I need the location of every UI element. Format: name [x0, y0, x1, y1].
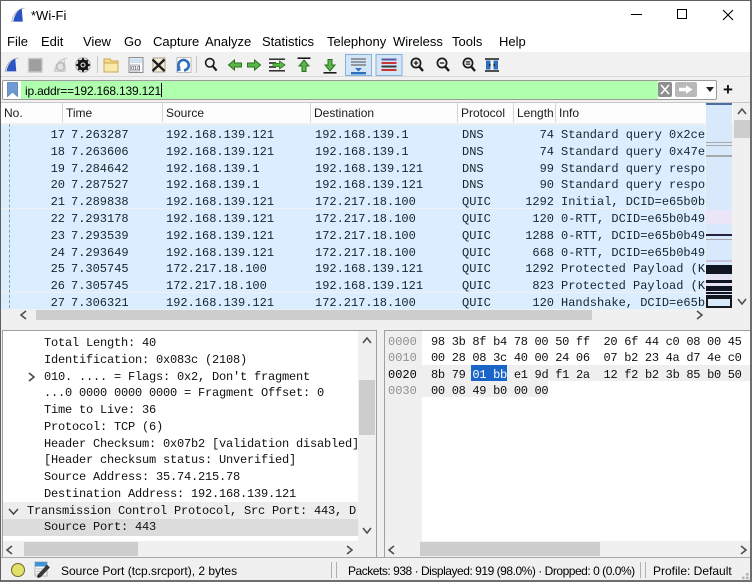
- svg-text:010: 010: [131, 66, 140, 72]
